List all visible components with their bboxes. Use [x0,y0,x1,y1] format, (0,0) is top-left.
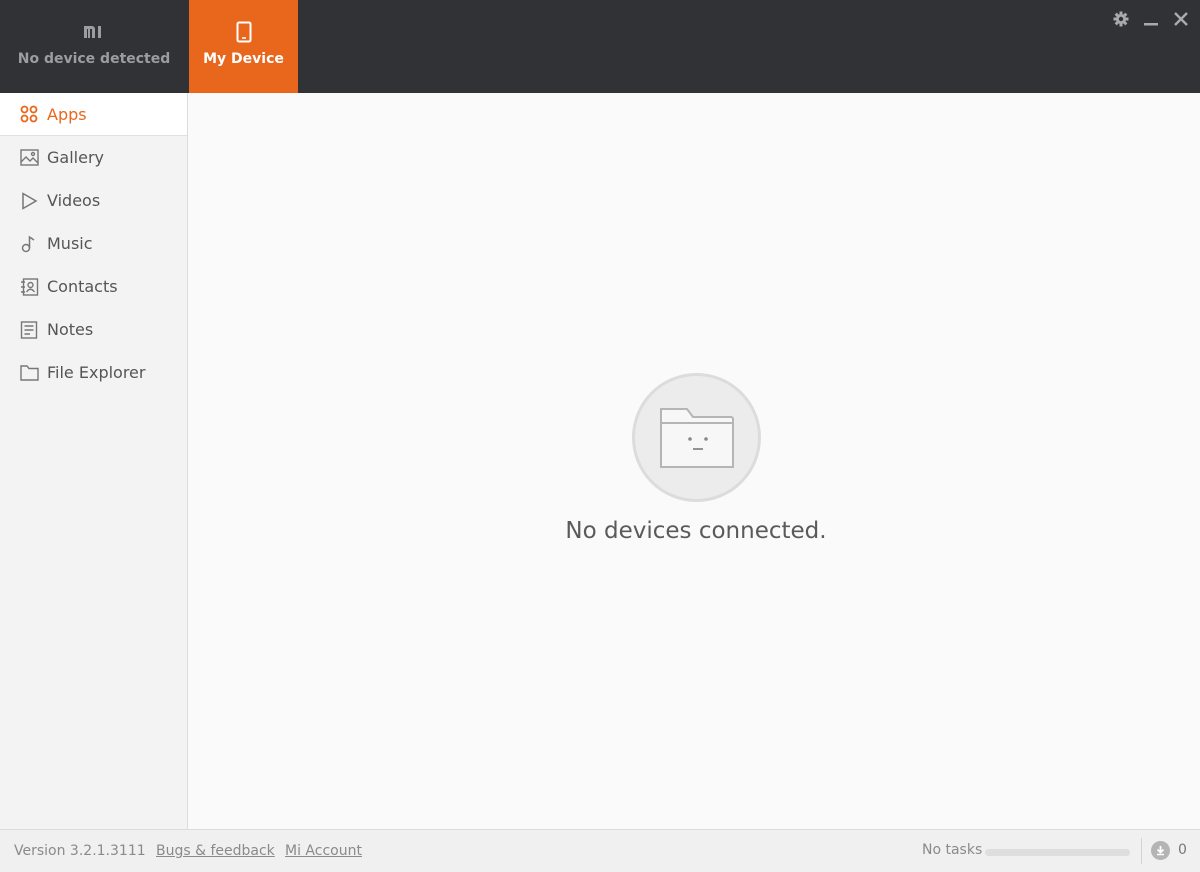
settings-icon[interactable] [1112,10,1130,28]
play-icon [19,191,39,211]
status-bar: Version 3.2.1.3111 Bugs & feedback Mi Ac… [0,829,1200,872]
tasks-status: No tasks [922,842,983,858]
contacts-icon [19,277,39,297]
sidebar: Apps Gallery Videos Music Contacts Notes… [0,93,188,829]
sidebar-item-label: Music [47,234,93,253]
notes-icon [19,320,39,340]
sidebar-item-apps[interactable]: Apps [0,93,187,136]
bugs-feedback-link[interactable]: Bugs & feedback [156,843,275,859]
sidebar-item-videos[interactable]: Videos [0,179,187,222]
download-icon[interactable] [1151,841,1170,860]
phone-icon [236,20,252,44]
mi-account-link[interactable]: Mi Account [285,843,362,859]
sidebar-item-contacts[interactable]: Contacts [0,265,187,308]
image-icon [19,148,39,168]
empty-state-message: No devices connected. [565,518,827,544]
tab-device-status[interactable]: No device detected [0,0,188,93]
version-label: Version 3.2.1.3111 [14,843,146,859]
tab-device-label: No device detected [17,51,171,67]
title-bar: No device detected My Device [0,0,1200,93]
sidebar-item-notes[interactable]: Notes [0,308,187,351]
sidebar-item-label: File Explorer [47,363,146,382]
music-note-icon [19,234,39,254]
sidebar-item-gallery[interactable]: Gallery [0,136,187,179]
window-controls [1112,10,1190,28]
sidebar-item-label: Contacts [47,277,118,296]
sidebar-item-label: Apps [47,104,87,124]
minimize-icon[interactable] [1142,10,1160,28]
sidebar-item-label: Gallery [47,148,104,167]
sidebar-item-label: Notes [47,320,94,339]
sidebar-item-music[interactable]: Music [0,222,187,265]
sad-folder-icon [632,373,761,502]
close-icon[interactable] [1172,10,1190,28]
tab-my-device-label: My Device [203,51,284,67]
apps-icon [19,104,39,124]
divider [1141,838,1142,864]
mi-logo-icon [83,20,105,44]
tab-my-device[interactable]: My Device [189,0,298,93]
task-progress-bar [985,849,1130,856]
sidebar-item-file-explorer[interactable]: File Explorer [0,351,187,394]
sidebar-item-label: Videos [47,191,101,210]
folder-icon [19,363,39,383]
download-count: 0 [1178,842,1187,858]
main-content: No devices connected. [189,93,1200,829]
